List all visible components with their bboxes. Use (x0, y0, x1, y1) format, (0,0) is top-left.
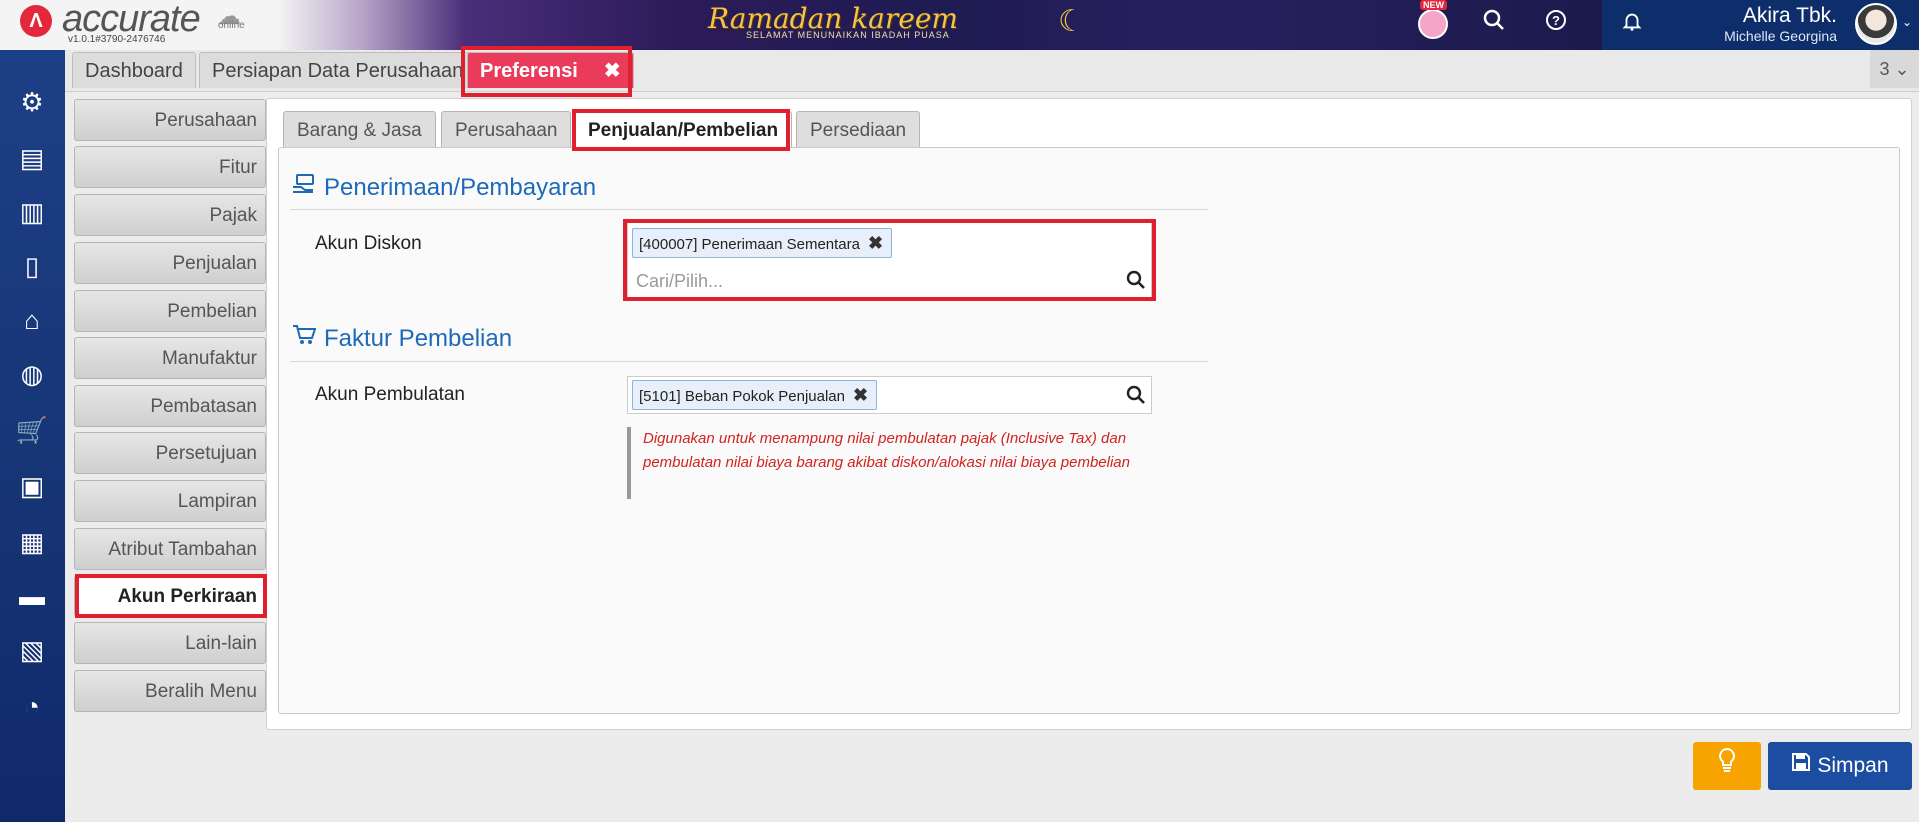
akun-diskon-label: Akun Diskon (315, 233, 422, 254)
chip-label: [400007] Penerimaan Sementara (639, 236, 860, 253)
user-name: Akira Tbk. (1742, 4, 1837, 27)
tips-button[interactable] (1693, 742, 1761, 790)
close-icon[interactable]: ✖ (604, 60, 621, 82)
crescent-moon-icon: ☾ (1058, 5, 1085, 38)
logo-online-label: online (218, 20, 245, 31)
app-header: Λ accurate ☁ online v1.0.1#3790-2476746 … (0, 0, 1919, 50)
ledger-book-icon[interactable]: ▯ (14, 248, 50, 284)
report-chart-icon[interactable]: ◔ (14, 688, 50, 724)
tax-document-icon[interactable]: ▧ (14, 632, 50, 668)
floppy-disk-icon (1791, 753, 1817, 777)
menu-item-persetujuan[interactable]: Persetujuan (74, 432, 266, 474)
lightbulb-icon (1716, 747, 1738, 779)
pembulatan-help-note: Digunakan untuk menampung nilai pembulat… (627, 427, 1152, 499)
chip-label: [5101] Beban Pokok Penjualan (639, 388, 845, 405)
menu-item-manufaktur[interactable]: Manufaktur (74, 337, 266, 379)
remove-chip-icon[interactable]: ✖ (868, 233, 883, 253)
tab-preferensi-label: Preferensi (480, 60, 578, 82)
search-icon[interactable] (1126, 270, 1146, 296)
cash-register-icon[interactable]: ▤ (14, 140, 50, 176)
app-version: v1.0.1#3790-2476746 (68, 34, 166, 45)
save-button[interactable]: Simpan (1768, 742, 1912, 790)
subtab-penjualan-pembelian[interactable]: Penjualan/Pembelian (574, 111, 793, 148)
search-icon[interactable] (1126, 385, 1146, 411)
svg-text:?: ? (1552, 13, 1560, 28)
akun-diskon-search-input[interactable] (636, 268, 1096, 294)
menu-item-lampiran[interactable]: Lampiran (74, 480, 266, 522)
truck-icon[interactable]: ▬ (14, 578, 50, 614)
menu-item-penjualan[interactable]: Penjualan (74, 242, 266, 284)
section-divider (290, 361, 1208, 362)
help-icon[interactable]: ? (1539, 8, 1573, 42)
settings-gear-icon[interactable]: ⚙ (14, 84, 50, 120)
whats-new-mascot-icon[interactable] (1418, 9, 1448, 39)
menu-item-pembatasan[interactable]: Pembatasan (74, 385, 266, 427)
inventory-cart-icon[interactable]: ▣ (14, 468, 50, 504)
menu-item-pajak[interactable]: Pajak (74, 194, 266, 236)
section-title-penerimaan: Penerimaan/Pembayaran (324, 174, 597, 201)
ramadan-banner: Ramadan kareem SELAMAT MENUNAIKAN IBADAH… (280, 0, 1602, 50)
open-tabs-count[interactable]: 3 ⌄ (1870, 50, 1919, 88)
search-icon[interactable] (1477, 8, 1511, 42)
payment-icon (292, 173, 316, 201)
chevron-down-icon[interactable]: ⌄ (1902, 15, 1912, 29)
menu-item-fitur[interactable]: Fitur (74, 146, 266, 188)
logo-text: accurate (62, 0, 201, 40)
company-name: Michelle Georgina (1724, 28, 1837, 44)
menu-item-pembelian[interactable]: Pembelian (74, 290, 266, 332)
save-button-label: Simpan (1817, 754, 1889, 777)
main-nav-sidebar: ⚙ ▤ ▥ ▯ ⌂ ◍ 🛒 ▣ ▦ ▬ ▧ ◔ (0, 50, 65, 822)
menu-item-beralih-menu[interactable]: Beralih Menu (74, 670, 266, 712)
banner-subtitle: SELAMAT MENUNAIKAN IBADAH PUASA (746, 30, 950, 40)
money-bag-icon[interactable]: ◍ (14, 356, 50, 392)
menu-item-perusahaan[interactable]: Perusahaan (74, 99, 266, 141)
remove-chip-icon[interactable]: ✖ (853, 385, 868, 405)
section-title-faktur-pembelian: Faktur Pembelian (324, 325, 513, 352)
subtab-persediaan[interactable]: Persediaan (796, 111, 921, 148)
subtab-barang-jasa[interactable]: Barang & Jasa (283, 111, 436, 148)
bank-icon[interactable]: ⌂ (14, 302, 50, 338)
tab-persiapan-data-perusahaan[interactable]: Persiapan Data Perusahaan (199, 52, 477, 88)
avatar[interactable] (1855, 3, 1897, 45)
tab-dashboard[interactable]: Dashboard (72, 52, 196, 88)
menu-item-lain-lain[interactable]: Lain-lain (74, 622, 266, 664)
notification-bell-icon[interactable] (1615, 8, 1649, 42)
shopping-cart-icon[interactable]: 🛒 (14, 412, 50, 448)
company-building-icon[interactable]: ▥ (14, 194, 50, 230)
subtab-perusahaan[interactable]: Perusahaan (441, 111, 572, 148)
selected-account-chip: [5101] Beban Pokok Penjualan ✖ (632, 380, 878, 410)
menu-item-atribut-tambahan[interactable]: Atribut Tambahan (74, 528, 266, 570)
tab-preferensi[interactable]: Preferensi ✖ (467, 52, 634, 88)
akun-pembulatan-label: Akun Pembulatan (315, 384, 465, 405)
section-divider (290, 209, 1208, 210)
selected-account-chip: [400007] Penerimaan Sementara ✖ (632, 228, 893, 258)
factory-icon[interactable]: ▦ (14, 524, 50, 560)
logo-area: Λ accurate ☁ online v1.0.1#3790-2476746 (0, 0, 280, 50)
menu-item-akun-perkiraan[interactable]: Akun Perkiraan (74, 575, 266, 617)
accurate-logo-icon: Λ (20, 5, 52, 37)
new-badge: NEW (1420, 0, 1447, 10)
cart-icon (292, 324, 317, 352)
